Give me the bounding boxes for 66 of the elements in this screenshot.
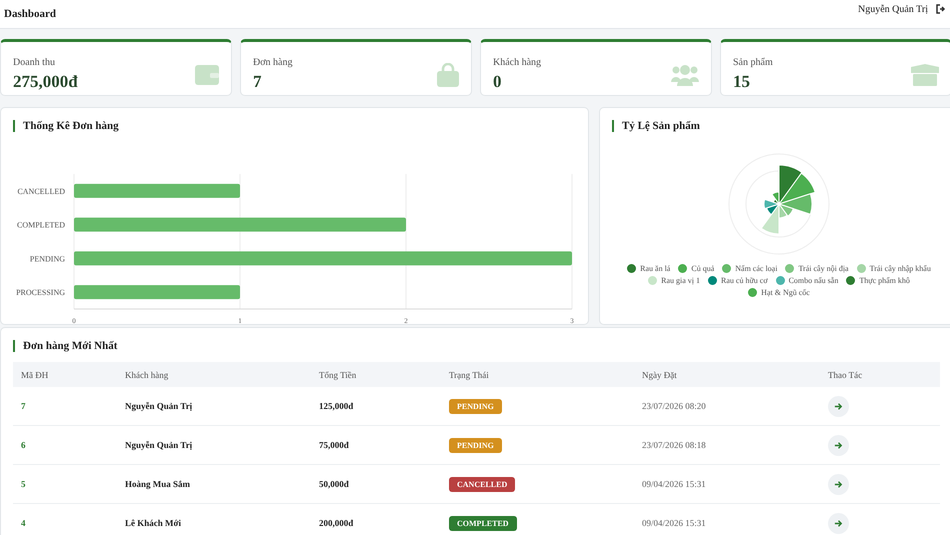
bag-icon — [437, 62, 459, 86]
category-label: PROCESSING — [16, 288, 65, 298]
box-icon — [911, 64, 939, 86]
card-title: Thống Kê Đơn hàng — [13, 120, 127, 132]
customer-name: Nguyễn Quản Trị — [117, 387, 311, 426]
stat-label: Khách hàng — [493, 57, 542, 68]
order-id: 4 — [13, 504, 117, 535]
status-badge: PENDING — [449, 438, 502, 452]
category-label: CANCELLED — [17, 186, 65, 196]
customer-name: Lê Khách Mới — [117, 504, 311, 535]
legend-label: Thực phẩm khô — [859, 276, 910, 285]
order-id: 6 — [13, 426, 117, 464]
stat-label: Doanh thu — [13, 57, 56, 68]
status-badge: PENDING — [449, 398, 502, 414]
order-total: 125,000đ — [311, 387, 441, 426]
wallet-icon — [195, 64, 219, 86]
stat-value: 275,000đ — [13, 72, 78, 92]
order-total: 200,000đ — [311, 504, 441, 535]
legend-label: Trái cây nội địa — [798, 264, 849, 273]
customer-name: Hoàng Mua Sắm — [117, 464, 311, 504]
customer-name: Nguyễn Quản Trị — [117, 426, 311, 464]
order-date: 09/04/2026 15:31 — [634, 464, 820, 504]
order-total: 75,000đ — [311, 426, 441, 464]
category-label: PENDING — [30, 254, 65, 264]
view-button[interactable] — [828, 474, 849, 494]
column-header: Tổng Tiền — [311, 362, 441, 387]
arrow-right-icon — [834, 402, 843, 410]
status-badge: CANCELLED — [449, 476, 516, 492]
column-header: Ngày Đặt — [634, 362, 820, 387]
view-button[interactable] — [828, 396, 849, 416]
order-total: 50,000đ — [311, 464, 441, 504]
order-id: 7 — [13, 387, 117, 426]
card-title: Tỷ Lệ Sản phẩm — [612, 120, 708, 132]
column-header: Khách hàng — [117, 362, 311, 387]
legend-label: Trái cây nhập khẩu — [870, 264, 931, 273]
order-date: 23/07/2026 08:18 — [634, 426, 820, 464]
page-title: Dashboard — [4, 8, 56, 20]
legend-label: Rau gia vị 1 — [661, 276, 700, 285]
view-button[interactable] — [828, 434, 849, 456]
stat-value: 7 — [253, 72, 262, 92]
stat-value: 0 — [493, 72, 502, 92]
legend-label: Rau ăn lá — [640, 264, 670, 273]
legend-label: Rau củ hữu cơ — [721, 276, 768, 285]
user-name: Nguyễn Quản Trị — [858, 4, 928, 14]
column-header: Mã ĐH — [13, 362, 117, 387]
order-id: 5 — [13, 464, 117, 504]
legend-label: Nấm các loại — [735, 264, 778, 273]
status-badge: COMPLETED — [449, 516, 517, 530]
legend-label: Combo nấu sẵn — [788, 276, 838, 285]
view-button[interactable] — [828, 512, 849, 534]
stat-label: Sản phẩm — [733, 57, 773, 68]
stat-label: Đơn hàng — [253, 57, 292, 68]
logout-icon[interactable] — [936, 4, 946, 14]
category-label: COMPLETED — [17, 220, 65, 230]
column-header: Trạng Thái — [441, 362, 634, 387]
legend-label: Củ quả — [691, 264, 714, 273]
card-title: Đơn hàng Mới Nhất — [13, 340, 126, 352]
order-date: 23/07/2026 08:20 — [634, 387, 820, 426]
column-header: Thao Tác — [820, 362, 940, 387]
order-date: 09/04/2026 15:31 — [634, 504, 820, 535]
legend-label: Hạt & Ngũ cốc — [761, 288, 810, 297]
arrow-right-icon — [834, 518, 843, 528]
stat-value: 15 — [733, 72, 751, 92]
arrow-right-icon — [834, 480, 843, 488]
users-icon — [671, 64, 699, 86]
arrow-right-icon — [834, 440, 843, 450]
